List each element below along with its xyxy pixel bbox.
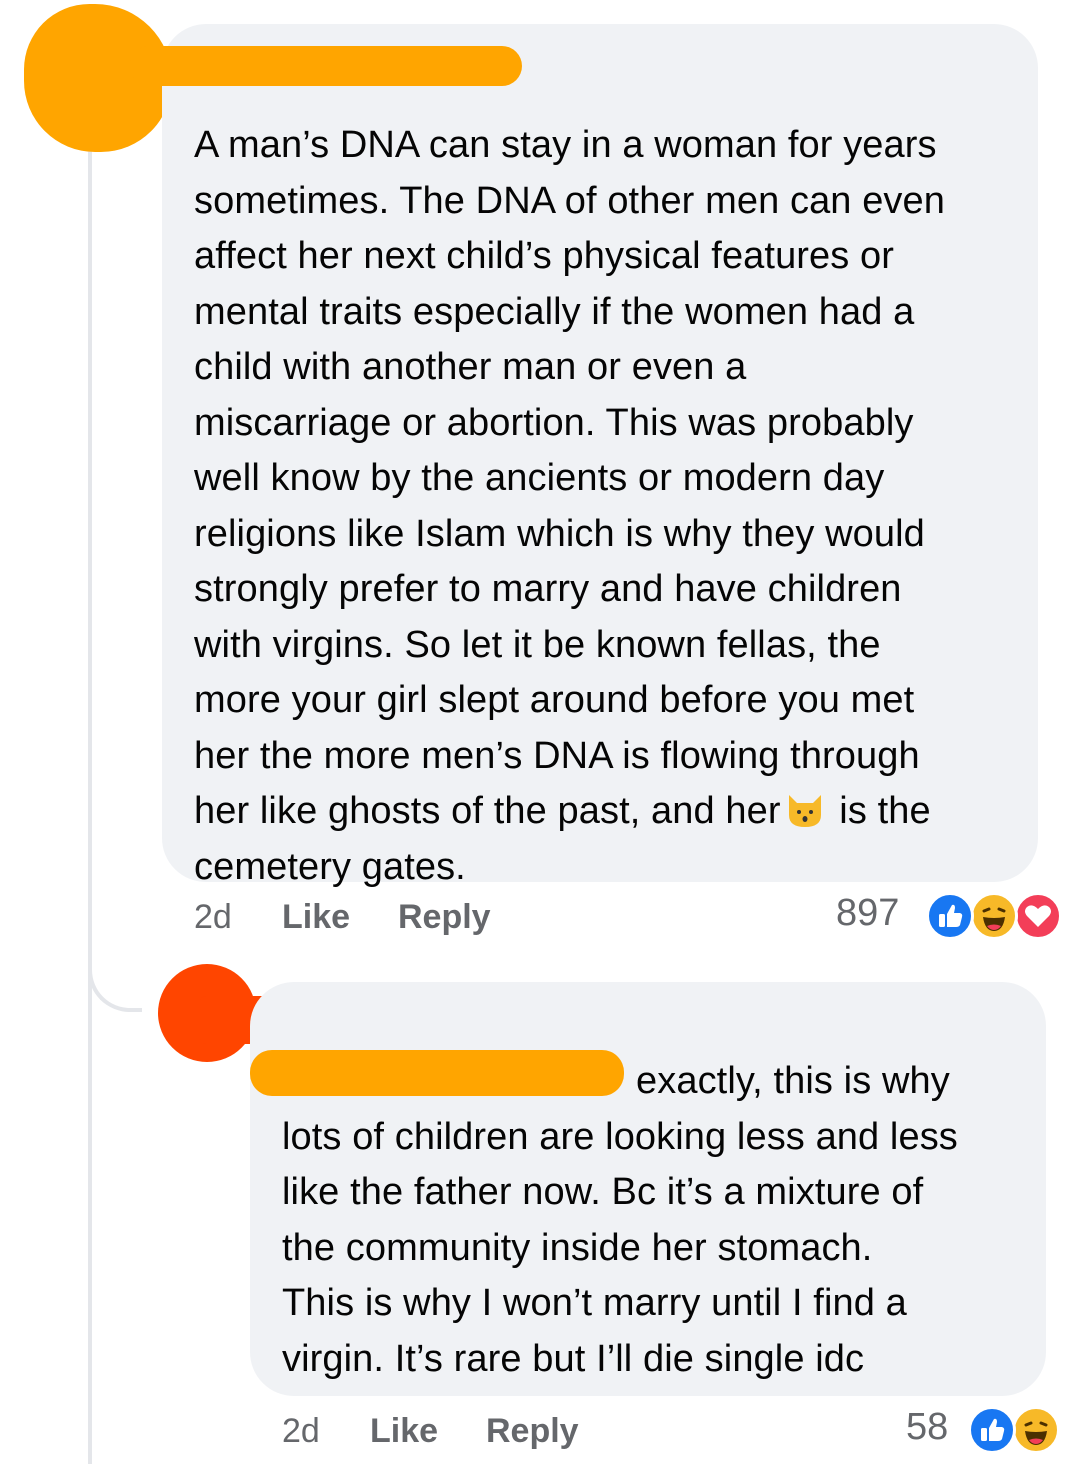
- comment-text-part: A man’s DNA can stay in a woman for year…: [194, 124, 945, 832]
- like-button-label: Like: [370, 1412, 439, 1450]
- like-button-label: Like: [282, 898, 351, 936]
- cat-face-icon: [785, 789, 825, 829]
- reply-button-label: Reply: [486, 1412, 579, 1450]
- haha-icon[interactable]: [1012, 1406, 1060, 1454]
- comment-text: exactly, this is why lots of children ar…: [282, 1060, 958, 1380]
- reply-button-label: Reply: [398, 898, 491, 936]
- comment-meta: 2d: [194, 898, 232, 937]
- timestamp[interactable]: 2d: [282, 1412, 320, 1450]
- like-button[interactable]: Like: [282, 898, 350, 937]
- like-button[interactable]: Like: [370, 1412, 438, 1451]
- reply-button[interactable]: Reply: [486, 1412, 579, 1451]
- timestamp[interactable]: 2d: [194, 898, 232, 936]
- comment-bubble: A man’s DNA can stay in a woman for year…: [162, 24, 1038, 888]
- thread-connector-elbow: [88, 900, 142, 1012]
- thread-connector-line: [88, 150, 92, 1464]
- like-icon[interactable]: [926, 892, 974, 940]
- reaction-count[interactable]: 58: [906, 1406, 948, 1449]
- like-icon[interactable]: [968, 1406, 1016, 1454]
- reaction-count[interactable]: 897: [836, 892, 899, 935]
- haha-icon[interactable]: [970, 892, 1018, 940]
- mention-tag-redacted[interactable]: [250, 1050, 624, 1096]
- comment-bubble: exactly, this is why lots of children ar…: [250, 982, 1046, 1396]
- love-icon[interactable]: [1014, 892, 1062, 940]
- author-name-redacted[interactable]: [130, 46, 522, 86]
- comment-text: A man’s DNA can stay in a woman for year…: [194, 118, 1008, 895]
- comment-meta: 2d: [282, 1412, 320, 1451]
- reply-button[interactable]: Reply: [398, 898, 491, 937]
